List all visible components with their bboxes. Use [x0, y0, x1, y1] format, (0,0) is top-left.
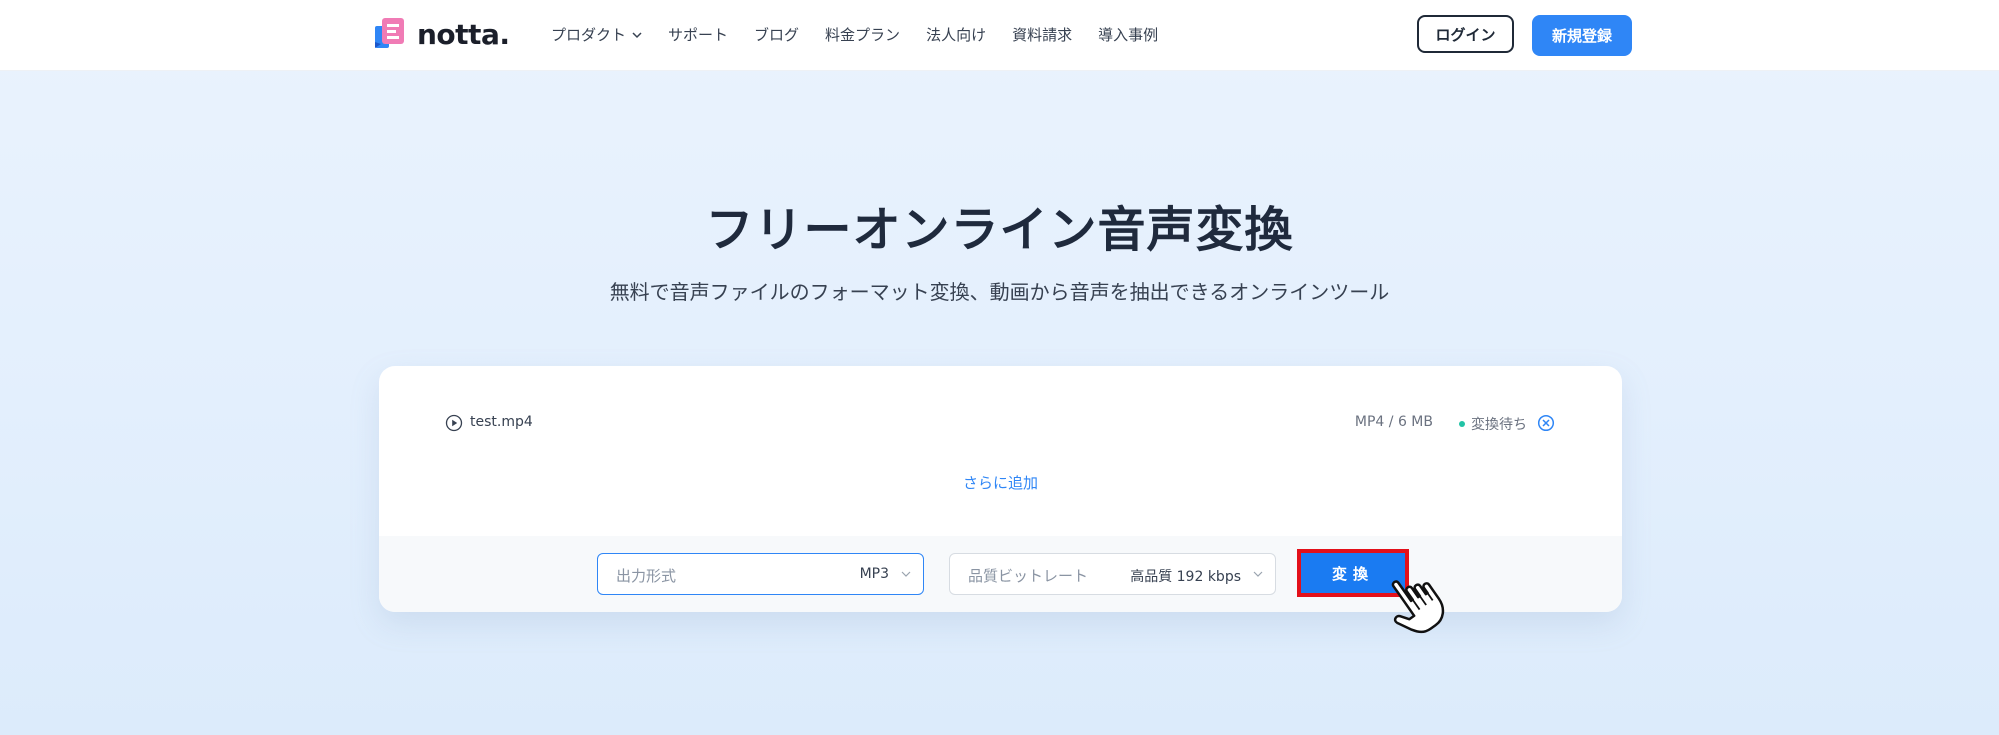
status-badge: 変換待ち [1459, 414, 1527, 434]
notta-logo-icon [375, 18, 404, 48]
play-circle-icon[interactable] [445, 414, 463, 432]
file-meta: MP4 / 6 MB [1354, 414, 1433, 430]
nav-item-label: 法人向け [926, 26, 987, 44]
nav-item-support[interactable]: サポート [668, 24, 728, 45]
nav-item-blog[interactable]: ブログ [754, 24, 799, 45]
page-subtitle: 無料で音声ファイルのフォーマット変換、動画から音声を抽出できるオンラインツール [609, 280, 1390, 304]
nav-item-label: 資料請求 [1012, 26, 1073, 44]
page-title: フリーオンライン音声変換 [705, 202, 1294, 258]
bitrate-value: 高品質 192 kbps [1130, 569, 1241, 585]
nav-item-business[interactable]: 法人向け [926, 24, 986, 45]
output-format-select[interactable]: 出力形式 MP3 [597, 553, 924, 595]
nav-item-label: プロダクト [551, 26, 627, 44]
nav-item-pricing[interactable]: 料金プラン [825, 24, 900, 45]
nav-item-case-studies[interactable]: 導入事例 [1098, 24, 1158, 45]
file-row: test.mp4 MP4 / 6 MB 変換待ち [445, 412, 1555, 434]
bitrate-label: 品質ビットレート [968, 567, 1089, 585]
output-format-value: MP3 [859, 566, 889, 582]
status-dot [1459, 421, 1465, 427]
status-text: 変換待ち [1471, 417, 1527, 433]
file-name: test.mp4 [470, 414, 533, 430]
nav-item-label: ブログ [754, 26, 800, 44]
bitrate-select[interactable]: 品質ビットレート 高品質 192 kbps [949, 553, 1276, 595]
login-button[interactable]: ログイン [1417, 15, 1514, 53]
signup-button[interactable]: 新規登録 [1532, 15, 1632, 56]
brand-logo[interactable]: notta. [373, 16, 510, 52]
nav-item-label: 料金プラン [825, 26, 901, 44]
chevron-down-icon [1253, 571, 1263, 577]
add-more-link[interactable]: さらに追加 [379, 472, 1622, 493]
nav-item-label: 導入事例 [1098, 26, 1159, 44]
nav-item-documents[interactable]: 資料請求 [1012, 24, 1072, 45]
chevron-down-icon [901, 571, 911, 577]
main-nav: プロダクト サポート ブログ 料金プラン 法人向け 資料請求 導入事例 [551, 24, 1184, 45]
site-header: notta. プロダクト サポート ブログ 料金プラン 法人向け 資料請求 導入… [0, 0, 1999, 71]
nav-item-product[interactable]: プロダクト [551, 24, 642, 45]
hand-pointer-icon [1391, 580, 1445, 634]
add-more-label: さらに追加 [962, 474, 1038, 492]
output-format-label: 出力形式 [616, 567, 677, 585]
brand-name: notta. [417, 17, 510, 51]
nav-item-label: サポート [668, 26, 729, 44]
close-circle-icon[interactable] [1537, 414, 1555, 432]
chevron-down-icon [632, 31, 642, 38]
